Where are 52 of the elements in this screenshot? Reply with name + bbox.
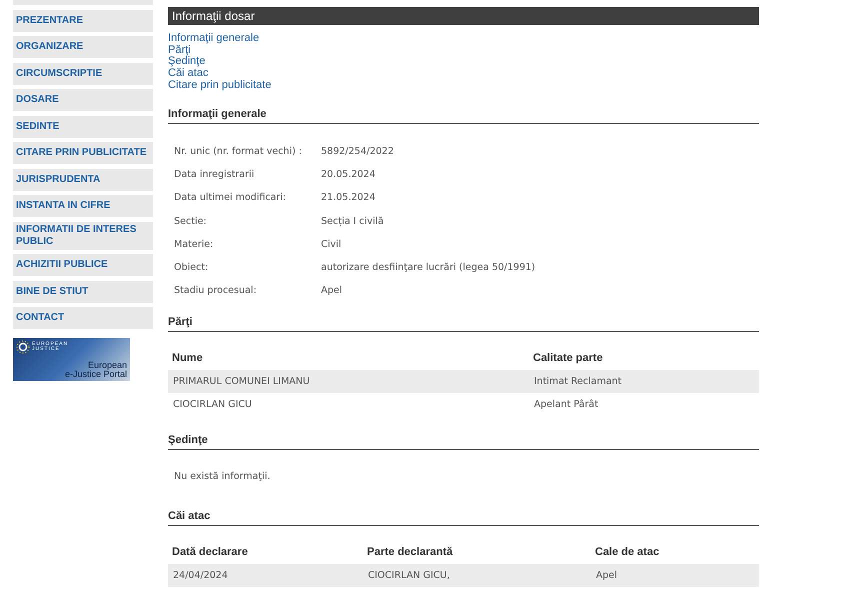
stars-e-logo-icon bbox=[16, 340, 30, 354]
table-cell: Apel bbox=[591, 564, 759, 587]
field-value: 5892/254/2022 bbox=[321, 146, 394, 157]
field-label: Sectie: bbox=[174, 216, 208, 227]
panel-title-bar: Informaţii dosar bbox=[168, 7, 759, 25]
section-link[interactable]: Citare prin publicitate bbox=[168, 80, 272, 92]
field-label: Stadiu procesual: bbox=[174, 285, 258, 296]
sidebar-menu-item[interactable]: CIRCUMSCRIPTIE bbox=[13, 62, 153, 84]
column-header: Dată declarare bbox=[171, 544, 249, 560]
column-header: Cale de atac bbox=[594, 544, 660, 560]
section-heading: Informaţii generale bbox=[168, 108, 759, 124]
field-label: Data inregistrarii bbox=[174, 168, 256, 180]
section-heading: Căi atac bbox=[168, 510, 759, 526]
field-value: autorizare desfiinţare lucrări (legea 50/1991) bbox=[321, 262, 536, 274]
column-header: Calitate parte bbox=[532, 350, 604, 366]
table-cell-text: CIOCIRLAN GICU bbox=[172, 398, 253, 412]
sidebar-menu-item[interactable]: SEDINTE bbox=[13, 116, 153, 138]
sidebar-menu-item[interactable]: INFORMATII DE INTERES PUBLIC bbox=[13, 222, 153, 250]
banner-title: European bbox=[88, 360, 127, 370]
column-header: Parte declarantă bbox=[366, 544, 454, 560]
field-label: Obiect: bbox=[174, 262, 210, 274]
section-link[interactable]: Căi atac bbox=[168, 68, 208, 80]
field-value: Civil bbox=[321, 238, 342, 250]
field-value: 20.05.2024 bbox=[321, 168, 376, 180]
field-label: Materie: bbox=[174, 238, 214, 250]
field-value: Apel bbox=[321, 285, 342, 296]
sidebar-menu-item[interactable]: PREZENTARE bbox=[13, 10, 153, 32]
section-link[interactable]: Şedinţe bbox=[168, 56, 206, 68]
sidebar-menu-item[interactable]: DOSARE bbox=[13, 89, 153, 111]
table-cell: 24/04/2024 bbox=[168, 564, 363, 587]
section-link[interactable]: Părţi bbox=[168, 44, 191, 56]
sidebar-menu-item[interactable]: INSTANTA IN CIFRE bbox=[13, 195, 153, 217]
sidebar-menu-item[interactable]: BINE DE STIUT bbox=[13, 280, 153, 302]
sidebar-menu-item[interactable]: CONTACT bbox=[13, 307, 153, 329]
sidebar-menu-item[interactable]: CITARE PRIN PUBLICITATE bbox=[13, 142, 153, 164]
banner-subtitle: e-Justice Portal bbox=[64, 370, 127, 378]
field-label: Nr. unic (nr. format vechi) : bbox=[174, 146, 303, 157]
table-cell: PRIMARUL COMUNEI LIMANU bbox=[168, 370, 529, 393]
sidebar-menu-item[interactable]: ACHIZITII PUBLICE bbox=[13, 254, 153, 276]
section-link[interactable]: Informaţii generale bbox=[168, 33, 260, 45]
table-cell: Intimat Reclamant bbox=[529, 370, 759, 393]
field-value: 21.05.2024 bbox=[321, 192, 376, 204]
column-header: Nume bbox=[171, 350, 204, 366]
empty-message: Nu există informaţii. bbox=[173, 470, 272, 482]
sidebar-menu-item[interactable]: JURISPRUDENTA bbox=[13, 168, 153, 190]
table-cell: CIOCIRLAN GICU, bbox=[363, 564, 591, 587]
section-heading: Şedinţe bbox=[168, 434, 759, 450]
sidebar-menu-item[interactable]: ORGANIZARE bbox=[13, 36, 153, 58]
field-label: Data ultimei modificari: bbox=[174, 192, 287, 204]
table-cell-text: Apelant Pârât bbox=[533, 398, 600, 412]
section-heading: Părţi bbox=[168, 316, 759, 332]
field-value: Secția I civilă bbox=[321, 216, 384, 227]
